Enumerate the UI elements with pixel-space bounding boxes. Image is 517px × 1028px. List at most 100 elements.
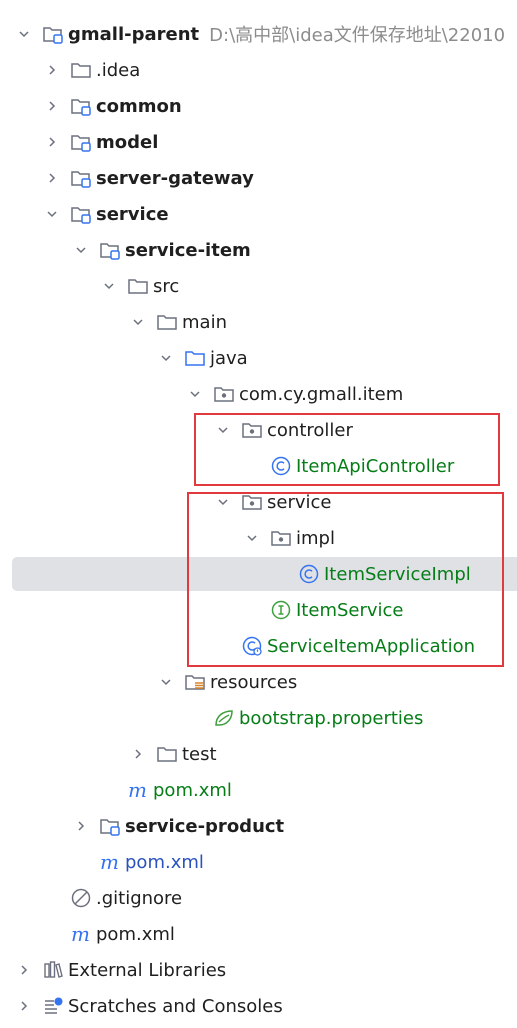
- tree-row-item-service[interactable]: ItemService: [0, 592, 517, 628]
- svg-text:m: m: [71, 923, 90, 945]
- tree-label: server-gateway: [96, 167, 254, 189]
- chevron-down-icon[interactable]: [44, 206, 60, 222]
- resources-folder-icon: [184, 671, 206, 693]
- package-icon: [213, 383, 235, 405]
- tree-row-service-item[interactable]: service-item: [0, 232, 517, 268]
- maven-icon: m: [127, 779, 149, 801]
- tree-label: service: [96, 203, 169, 225]
- tree-row-impl[interactable]: impl: [0, 520, 517, 556]
- tree-row-scratches[interactable]: Scratches and Consoles: [0, 988, 517, 1024]
- tree-row-pom-service-item[interactable]: m pom.xml: [0, 772, 517, 808]
- tree-row-resources[interactable]: resources: [0, 664, 517, 700]
- project-tree: gmall-parent D:\高中部\idea文件保存地址\22010 .id…: [0, 16, 517, 1024]
- chevron-down-icon[interactable]: [73, 242, 89, 258]
- chevron-down-icon[interactable]: [101, 278, 117, 294]
- tree-label: resources: [210, 671, 298, 693]
- ignore-file-icon: [70, 887, 92, 909]
- class-icon: [270, 455, 292, 477]
- chevron-right-icon[interactable]: [16, 962, 32, 978]
- maven-icon: m: [99, 851, 121, 873]
- chevron-down-icon[interactable]: [158, 350, 174, 366]
- svg-text:m: m: [128, 779, 147, 801]
- class-icon: [298, 563, 320, 585]
- tree-label: ItemService: [296, 599, 404, 621]
- tree-label: java: [210, 347, 248, 369]
- tree-row-pom-service[interactable]: m pom.xml: [0, 844, 517, 880]
- tree-row-package[interactable]: com.cy.gmall.item: [0, 376, 517, 412]
- tree-row-test[interactable]: test: [0, 736, 517, 772]
- tree-label: Scratches and Consoles: [68, 995, 283, 1017]
- svg-text:m: m: [100, 851, 119, 873]
- chevron-right-icon[interactable]: [130, 746, 146, 762]
- module-folder-icon: [42, 23, 64, 45]
- tree-label: src: [153, 275, 180, 297]
- tree-label: impl: [296, 527, 335, 549]
- tree-row-service-package[interactable]: service: [0, 484, 517, 520]
- tree-label: ItemServiceImpl: [324, 563, 471, 585]
- chevron-right-icon[interactable]: [44, 62, 60, 78]
- chevron-right-icon[interactable]: [44, 98, 60, 114]
- tree-label: test: [182, 743, 217, 765]
- chevron-right-icon[interactable]: [16, 998, 32, 1014]
- tree-label: .idea: [96, 59, 141, 81]
- tree-row-server-gateway[interactable]: server-gateway: [0, 160, 517, 196]
- scratches-icon: [42, 995, 64, 1017]
- module-folder-icon: [70, 167, 92, 189]
- tree-row-bootstrap-properties[interactable]: bootstrap.properties: [0, 700, 517, 736]
- tree-row-controller[interactable]: controller: [0, 412, 517, 448]
- tree-label: ServiceItemApplication: [267, 635, 476, 657]
- tree-label: service: [267, 491, 332, 513]
- folder-icon: [127, 275, 149, 297]
- source-folder-icon: [184, 347, 206, 369]
- maven-icon: m: [70, 923, 92, 945]
- tree-row-main[interactable]: main: [0, 304, 517, 340]
- module-folder-icon: [70, 95, 92, 117]
- chevron-down-icon[interactable]: [130, 314, 146, 330]
- chevron-down-icon[interactable]: [244, 530, 260, 546]
- chevron-down-icon[interactable]: [215, 422, 231, 438]
- tree-row-src[interactable]: src: [0, 268, 517, 304]
- tree-row-common[interactable]: common: [0, 88, 517, 124]
- chevron-right-icon[interactable]: [44, 170, 60, 186]
- tree-label: main: [182, 311, 227, 333]
- tree-row-external-libraries[interactable]: External Libraries: [0, 952, 517, 988]
- package-icon: [241, 419, 263, 441]
- tree-label: pom.xml: [125, 851, 204, 873]
- spring-boot-class-icon: [241, 635, 263, 657]
- tree-row-gmall-parent[interactable]: gmall-parent D:\高中部\idea文件保存地址\22010: [0, 16, 517, 52]
- tree-row-model[interactable]: model: [0, 124, 517, 160]
- module-folder-icon: [70, 203, 92, 225]
- tree-label: pom.xml: [153, 779, 232, 801]
- module-folder-icon: [70, 131, 92, 153]
- tree-label: service-item: [125, 239, 251, 261]
- tree-label: .gitignore: [96, 887, 183, 909]
- tree-row-item-service-impl[interactable]: ItemServiceImpl: [0, 556, 517, 592]
- tree-row-service[interactable]: service: [0, 196, 517, 232]
- tree-row-idea[interactable]: .idea: [0, 52, 517, 88]
- folder-icon: [156, 743, 178, 765]
- module-folder-icon: [99, 239, 121, 261]
- interface-icon: [270, 599, 292, 621]
- chevron-down-icon[interactable]: [187, 386, 203, 402]
- tree-label: controller: [267, 419, 353, 441]
- package-icon: [241, 491, 263, 513]
- tree-label: service-product: [125, 815, 285, 837]
- tree-row-gitignore[interactable]: .gitignore: [0, 880, 517, 916]
- tree-row-service-product[interactable]: service-product: [0, 808, 517, 844]
- chevron-down-icon[interactable]: [215, 494, 231, 510]
- tree-row-pom-root[interactable]: m pom.xml: [0, 916, 517, 952]
- tree-row-item-api-controller[interactable]: ItemApiController: [0, 448, 517, 484]
- tree-row-service-item-application[interactable]: ServiceItemApplication: [0, 628, 517, 664]
- chevron-right-icon[interactable]: [73, 818, 89, 834]
- tree-label: gmall-parent: [68, 23, 200, 45]
- package-icon: [270, 527, 292, 549]
- chevron-right-icon[interactable]: [44, 134, 60, 150]
- folder-icon: [156, 311, 178, 333]
- tree-label: External Libraries: [68, 959, 227, 981]
- chevron-down-icon[interactable]: [16, 26, 32, 42]
- chevron-down-icon[interactable]: [158, 674, 174, 690]
- library-icon: [42, 959, 64, 981]
- module-path: D:\高中部\idea文件保存地址\22010: [209, 25, 506, 46]
- tree-label: model: [96, 131, 159, 153]
- tree-row-java[interactable]: java: [0, 340, 517, 376]
